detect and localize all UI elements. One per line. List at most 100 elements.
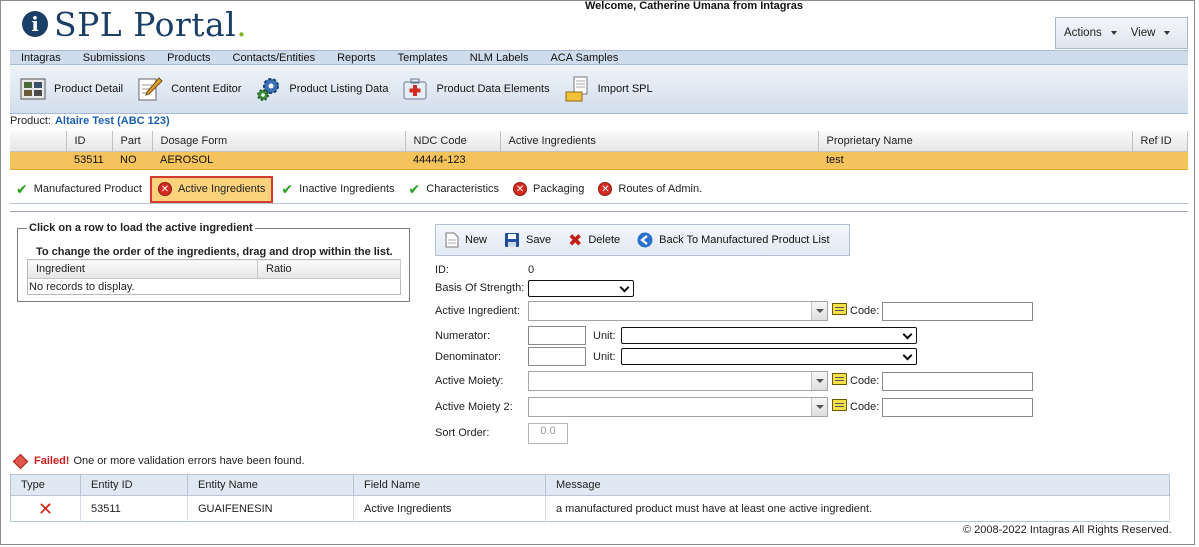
- sort-order-input[interactable]: 0.0: [528, 423, 568, 444]
- delete-x-icon: ✖: [568, 230, 583, 250]
- cell-field-name: Active Ingredients: [353, 495, 546, 522]
- note-icon[interactable]: [832, 303, 847, 315]
- error-circle-icon: ✕: [157, 182, 172, 196]
- product-tabs: ✔ Manufactured Product ✕ Active Ingredient…: [10, 175, 1188, 204]
- denominator-label: Denominator:: [435, 351, 502, 363]
- info-logo-icon: i: [22, 11, 48, 37]
- column-header-id[interactable]: ID: [66, 131, 113, 152]
- product-listing-data-label: Product Listing Data: [289, 83, 389, 95]
- column-header-entity-id: Entity ID: [80, 474, 188, 496]
- column-header-ratio[interactable]: Ratio: [257, 259, 401, 279]
- product-detail-button[interactable]: Product Detail: [20, 76, 123, 102]
- active-ingredient-code-input[interactable]: [882, 302, 1033, 321]
- tab-manufactured-product[interactable]: ✔ Manufactured Product: [10, 176, 148, 203]
- app-logo[interactable]: i SPL Portal.: [22, 4, 247, 44]
- welcome-message: Welcome, Catherine Umana from Intagras: [585, 0, 804, 12]
- code-label: Code:: [850, 305, 880, 317]
- active-moiety-2-code-input[interactable]: [882, 398, 1033, 417]
- tab-active-ingredients[interactable]: ✕ Active Ingredients: [149, 175, 274, 203]
- menu-item-contacts[interactable]: Contacts/Entities: [222, 52, 327, 64]
- menu-item-products[interactable]: Products: [156, 52, 221, 64]
- basis-of-strength-select[interactable]: [528, 280, 634, 297]
- ingredient-grid: Ingredient Ratio No records to display.: [27, 259, 401, 295]
- active-moiety-combobox[interactable]: [528, 371, 828, 391]
- column-header-active-ingredients[interactable]: Active Ingredients: [500, 131, 819, 152]
- tab-characteristics[interactable]: ✔ Characteristics: [403, 176, 505, 203]
- cell-active-ingredients: [500, 150, 818, 170]
- menu-item-aca-samples[interactable]: ACA Samples: [539, 52, 629, 64]
- active-moiety-2-label: Active Moiety 2:: [435, 401, 513, 413]
- active-moiety-2-combobox[interactable]: [528, 397, 828, 417]
- tab-inactive-ingredients[interactable]: ✔ Inactive Ingredients: [275, 176, 400, 203]
- column-header-part[interactable]: Part: [112, 131, 153, 152]
- chevron-down-icon[interactable]: [811, 302, 827, 320]
- actions-menu[interactable]: Actions: [1064, 27, 1117, 39]
- menu-item-nlm-labels[interactable]: NLM Labels: [459, 52, 540, 64]
- tab-routes-of-admin[interactable]: ✕ Routes of Admin.: [592, 176, 708, 203]
- active-ingredient-combobox[interactable]: [528, 301, 828, 321]
- column-header-dosage-form[interactable]: Dosage Form: [152, 131, 406, 152]
- copyright-footer: © 2008-2022 Intagras All Rights Reserved…: [963, 524, 1172, 536]
- column-header-ref-id[interactable]: Ref ID: [1132, 131, 1188, 152]
- validation-table-header: Type Entity ID Entity Name Field Name Me…: [10, 474, 1170, 496]
- active-ingredient-label: Active Ingredient:: [435, 305, 520, 317]
- view-label: View: [1130, 27, 1156, 39]
- import-spl-button[interactable]: Import SPL: [564, 76, 653, 102]
- product-data-elements-button[interactable]: Product Data Elements: [402, 76, 550, 102]
- product-link[interactable]: Altaire Test (ABC 123): [55, 115, 170, 127]
- chevron-down-icon: [1110, 31, 1117, 35]
- active-moiety-code-input[interactable]: [882, 372, 1033, 391]
- new-button[interactable]: New: [445, 232, 487, 248]
- back-to-list-button[interactable]: Back To Manufactured Product List: [637, 232, 830, 248]
- menu-item-intagras[interactable]: Intagras: [10, 52, 72, 64]
- column-header-ndc-code[interactable]: NDC Code: [405, 131, 501, 152]
- numerator-label: Numerator:: [435, 330, 491, 342]
- delete-button[interactable]: ✖ Delete: [568, 232, 620, 249]
- numerator-unit-select[interactable]: [621, 327, 917, 344]
- menu-item-templates[interactable]: Templates: [387, 52, 459, 64]
- cell-id: 53511: [66, 150, 112, 170]
- column-header-field-name: Field Name: [353, 474, 546, 496]
- cell-entity-name: GUAIFENESIN: [187, 495, 354, 522]
- validation-summary: Failed! One or more validation errors ha…: [12, 453, 305, 469]
- cell-ndc-code: 44444-123: [405, 150, 500, 170]
- note-icon[interactable]: [832, 373, 847, 385]
- chevron-down-icon[interactable]: [811, 372, 827, 390]
- new-document-icon: [445, 232, 459, 248]
- content-editor-button[interactable]: Content Editor: [137, 76, 241, 102]
- tab-label: Characteristics: [426, 183, 500, 195]
- column-header-proprietary-name[interactable]: Proprietary Name: [818, 131, 1133, 152]
- code-label: Code:: [850, 401, 880, 413]
- product-table: ID Part Dosage Form NDC Code Active Ingr…: [10, 131, 1188, 170]
- column-header-entity-name: Entity Name: [187, 474, 354, 496]
- basis-of-strength-label: Basis Of Strength:: [435, 282, 525, 294]
- empty-message: No records to display.: [29, 280, 135, 293]
- gears-icon: [257, 78, 280, 101]
- cell-ref-id: [1132, 150, 1188, 170]
- checkmark-icon: ✔: [16, 180, 28, 197]
- chevron-down-icon[interactable]: [811, 398, 827, 416]
- save-button[interactable]: Save: [504, 232, 551, 248]
- table-row[interactable]: ✕ 53511 GUAIFENESIN Active Ingredients a…: [10, 495, 1170, 522]
- product-detail-label: Product Detail: [54, 83, 124, 95]
- tab-packaging[interactable]: ✕ Packaging: [507, 176, 590, 203]
- back-label: Back To Manufactured Product List: [659, 234, 830, 246]
- menu-item-submissions[interactable]: Submissions: [72, 52, 156, 64]
- product-toolbar: Product Detail Content Editor Product Li…: [10, 65, 1188, 114]
- table-row[interactable]: 53511 NO AEROSOL 44444-123 test: [10, 150, 1188, 170]
- validation-message: One or more validation errors have been …: [73, 455, 305, 467]
- denominator-unit-select[interactable]: [621, 348, 917, 365]
- note-icon[interactable]: [832, 399, 847, 411]
- medical-kit-icon: [403, 78, 427, 100]
- error-circle-icon: ✕: [598, 182, 613, 196]
- denominator-input[interactable]: [528, 347, 586, 366]
- code-label: Code:: [850, 375, 880, 387]
- product-table-header: ID Part Dosage Form NDC Code Active Ingr…: [10, 131, 1188, 152]
- numerator-input[interactable]: [528, 326, 586, 345]
- product-listing-data-button[interactable]: Product Listing Data: [255, 76, 388, 102]
- view-menu[interactable]: View: [1131, 27, 1171, 39]
- column-header-ingredient[interactable]: Ingredient: [27, 259, 258, 279]
- menu-item-reports[interactable]: Reports: [326, 52, 387, 64]
- panel-instruction: To change the order of the ingredients, …: [36, 246, 393, 258]
- tab-label: Manufactured Product: [33, 183, 142, 195]
